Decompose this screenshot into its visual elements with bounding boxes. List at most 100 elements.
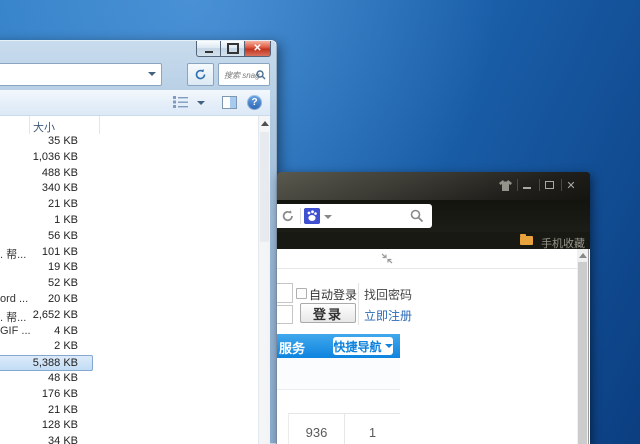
scrollbar-thumb[interactable]: [578, 262, 587, 444]
explorer-minimize-button[interactable]: [196, 41, 220, 57]
favicon-dropdown-icon[interactable]: [324, 215, 332, 219]
service-title-fragment: 服务: [279, 338, 305, 357]
file-row[interactable]: 1 KB: [0, 213, 92, 229]
close-icon: ✕: [253, 43, 261, 54]
minimize-icon: [205, 51, 213, 53]
section-header-bar: 服务 快捷导航: [277, 334, 400, 358]
search-box[interactable]: [218, 63, 270, 86]
browser-close-button[interactable]: ✕: [562, 178, 580, 192]
file-size: 4 KB: [54, 325, 78, 337]
desktop: ✕ ? 大小 35 KB 1,036 KB488 KB 340 KB 21 KB 1 K…: [0, 0, 640, 444]
file-size: 35 KB: [48, 135, 78, 147]
login-button[interactable]: 登录: [300, 303, 356, 323]
file-row[interactable]: 52 KB: [0, 276, 92, 292]
views-dropdown-icon[interactable]: [197, 101, 205, 105]
file-size: 20 KB: [48, 293, 78, 305]
site-favicon[interactable]: [304, 208, 320, 224]
file-row[interactable]: 5,388 KB: [0, 355, 93, 371]
browser-minimize-button[interactable]: [518, 178, 536, 192]
file-size: 1 KB: [54, 214, 78, 226]
refresh-icon: [194, 68, 207, 81]
explorer-close-button[interactable]: ✕: [244, 41, 271, 57]
chevron-down-icon: [385, 344, 393, 348]
file-name-fragment: ord ...: [0, 293, 28, 305]
file-row[interactable]: 21 KB: [0, 403, 92, 419]
quick-nav-button[interactable]: 快捷导航: [333, 337, 393, 355]
file-size: 21 KB: [48, 198, 78, 210]
browser-navbar: K ★ 9+: [277, 200, 590, 232]
search-icon: [256, 70, 266, 80]
find-password-link[interactable]: 找回密码: [364, 286, 412, 303]
password-field[interactable]: [277, 305, 293, 324]
explorer-maximize-button[interactable]: [220, 41, 244, 57]
section-body-panel: [277, 358, 400, 390]
file-row[interactable]: ord ... 20 KB: [0, 292, 92, 308]
preview-pane-button[interactable]: [222, 96, 237, 109]
help-button[interactable]: ?: [247, 95, 262, 110]
scroll-up-icon[interactable]: [579, 253, 587, 258]
address-bar[interactable]: [0, 63, 162, 86]
file-row[interactable]: 340 KB: [0, 181, 92, 197]
file-row[interactable]: 35 KB: [0, 134, 92, 150]
file-row[interactable]: 21 KB: [0, 197, 92, 213]
file-row[interactable]: 2 KB: [0, 339, 92, 355]
scroll-up-icon[interactable]: [261, 121, 269, 126]
file-size: 5,388 KB: [33, 357, 78, 369]
file-size: 52 KB: [48, 277, 78, 289]
file-size: 488 KB: [42, 167, 78, 179]
maximize-icon: [545, 181, 554, 189]
file-row[interactable]: . 帮...2,652 KB: [0, 308, 92, 324]
auto-login-label[interactable]: 自动登录: [309, 286, 357, 303]
list-view-icon: [173, 95, 189, 108]
file-row[interactable]: 34 KB: [0, 434, 92, 444]
stats-row: 936 1: [288, 413, 400, 444]
section-divider: [277, 268, 577, 269]
column-header-row[interactable]: 大小: [0, 116, 258, 134]
file-row[interactable]: 176 KB: [0, 387, 92, 403]
file-row[interactable]: 56 KB: [0, 229, 92, 245]
file-name-fragment: . 帮...: [0, 246, 26, 262]
size-column-header[interactable]: 大小: [33, 119, 55, 135]
register-link[interactable]: 立即注册: [364, 307, 412, 324]
username-field[interactable]: [277, 283, 293, 303]
file-size: 21 KB: [48, 404, 78, 416]
collapse-icon[interactable]: [381, 253, 393, 264]
folder-icon[interactable]: [520, 236, 533, 245]
file-row[interactable]: 128 KB: [0, 418, 92, 434]
file-row[interactable]: GIF ... 4 KB: [0, 324, 92, 340]
file-size: 48 KB: [48, 372, 78, 384]
file-size: 2 KB: [54, 340, 78, 352]
browser-maximize-button[interactable]: [540, 178, 558, 192]
stat-value: 936: [289, 414, 344, 444]
page-content: 自动登录 找回密码 登录 立即注册 服务 快捷导航 936 1: [277, 249, 590, 444]
skin-theme-button[interactable]: [496, 178, 514, 192]
browser-scrollbar[interactable]: [577, 249, 589, 444]
shirt-icon: [499, 180, 512, 191]
file-size: 340 KB: [42, 182, 78, 194]
browser-address-bar[interactable]: [277, 204, 432, 228]
browser-titlebar: ✕: [277, 172, 590, 200]
search-icon[interactable]: [410, 209, 424, 223]
column-separator[interactable]: [29, 116, 30, 134]
file-size: 2,652 KB: [33, 309, 78, 321]
file-row[interactable]: . 帮...101 KB: [0, 245, 92, 261]
refresh-button[interactable]: [187, 63, 214, 86]
file-row[interactable]: 48 KB: [0, 371, 92, 387]
views-button[interactable]: [173, 95, 189, 113]
file-row[interactable]: 19 KB: [0, 260, 92, 276]
scrollbar-thumb[interactable]: [260, 132, 269, 242]
page-refresh-icon[interactable]: [281, 209, 295, 223]
auto-login-checkbox[interactable]: [296, 288, 307, 299]
file-row[interactable]: 488 KB: [0, 166, 92, 182]
preview-pane-icon: [230, 97, 236, 108]
column-separator[interactable]: [99, 116, 100, 134]
explorer-scrollbar[interactable]: [258, 116, 270, 444]
form-divider: [358, 283, 359, 325]
file-size: 128 KB: [42, 419, 78, 431]
file-name-fragment: GIF ...: [0, 325, 31, 337]
address-dropdown-icon[interactable]: [148, 72, 156, 76]
minimize-icon: [523, 187, 531, 189]
file-size: 34 KB: [48, 435, 78, 444]
file-row[interactable]: 1,036 KB: [0, 150, 92, 166]
file-list: 大小 35 KB 1,036 KB488 KB 340 KB 21 KB 1 KB 56 …: [0, 116, 258, 444]
